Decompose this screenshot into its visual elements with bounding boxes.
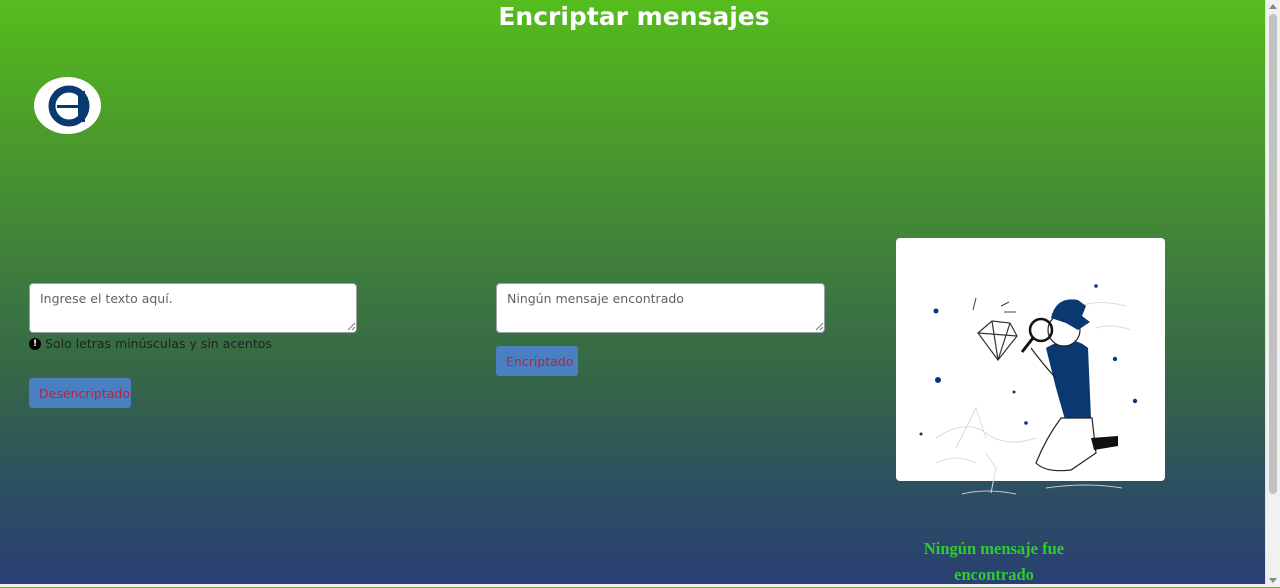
- input-text-field[interactable]: [29, 283, 357, 333]
- exclamation-circle-icon: !: [29, 337, 41, 350]
- encrypt-button[interactable]: Encriptado: [496, 346, 578, 376]
- scrollbar-thumb[interactable]: [1269, 14, 1277, 494]
- output-text-field[interactable]: [496, 283, 825, 333]
- vertical-scrollbar[interactable]: [1265, 0, 1280, 587]
- decrypt-button[interactable]: Desencriptado: [29, 378, 131, 408]
- input-hint: ! Solo letras minúsculas y sin acentos: [29, 336, 272, 351]
- scroll-up-icon[interactable]: [1269, 4, 1277, 9]
- no-message-illustration: [896, 238, 1165, 495]
- no-message-status: Ningún mensaje fue encontrado: [923, 539, 1065, 584]
- scroll-down-icon[interactable]: [1269, 578, 1277, 583]
- page-title: Encriptar mensajes: [498, 2, 770, 31]
- hint-text: Solo letras minúsculas y sin acentos: [45, 336, 272, 351]
- person-with-magnifying-glass-icon: [919, 284, 1138, 495]
- alura-logo-icon: [34, 77, 101, 134]
